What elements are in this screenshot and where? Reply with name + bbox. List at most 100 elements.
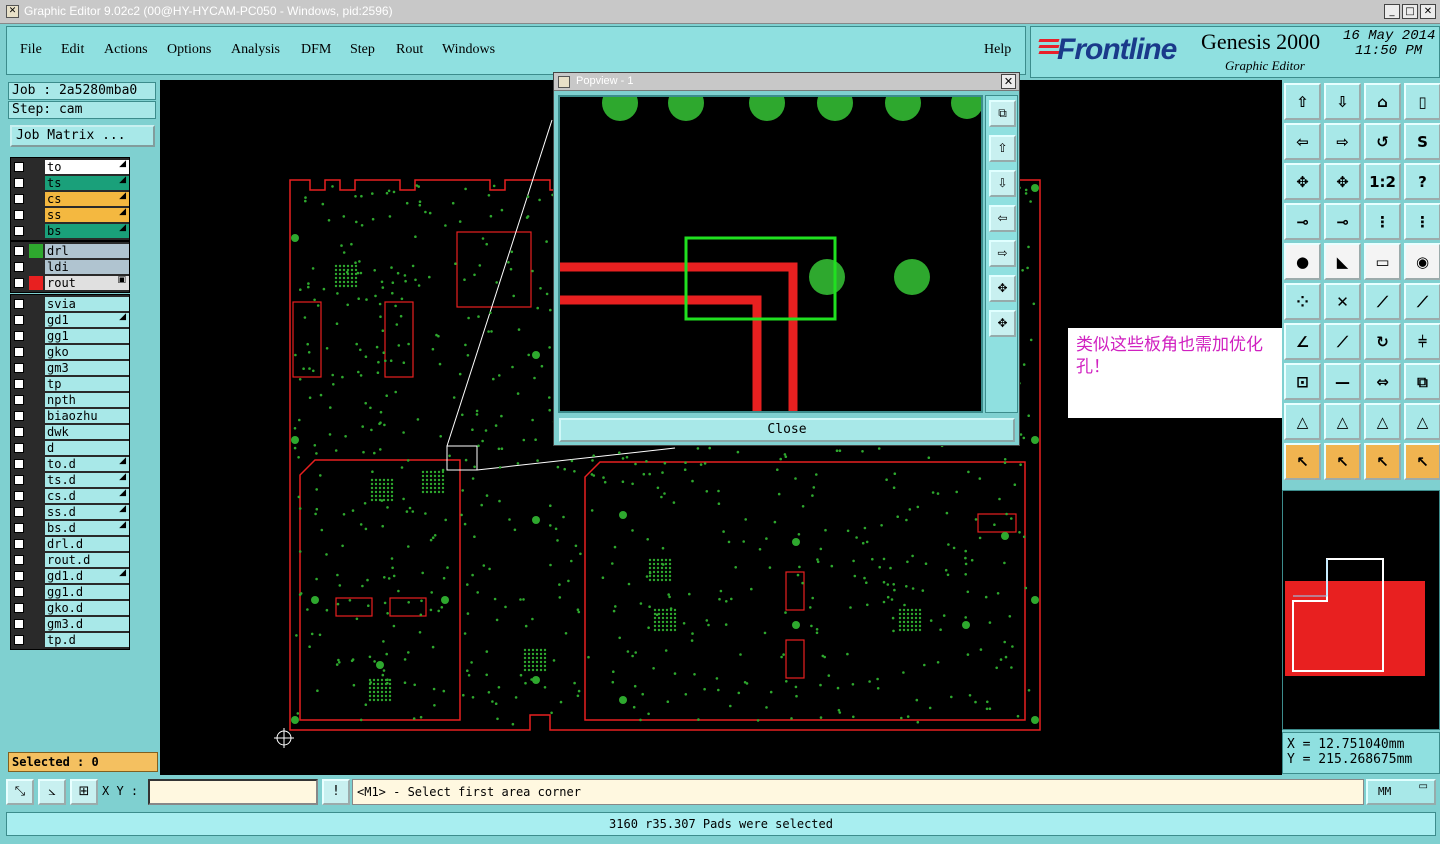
- layer-color-swatch[interactable]: [29, 244, 43, 258]
- layer-checkbox[interactable]: [14, 587, 24, 597]
- app-icon[interactable]: ✕: [6, 5, 19, 18]
- tool-copy-icon[interactable]: ⟋: [1404, 283, 1440, 320]
- popview-pan-up-icon[interactable]: ⇧: [989, 135, 1016, 162]
- tool-select-area-icon[interactable]: ↖: [1364, 443, 1401, 480]
- layer-row-rout[interactable]: rout ▣: [11, 275, 129, 291]
- layer-name[interactable]: npth: [45, 393, 129, 407]
- tool-edit-c-icon[interactable]: △: [1364, 403, 1401, 440]
- tool-layer-a-icon[interactable]: ⋮: [1364, 203, 1401, 240]
- tool-move-icon[interactable]: ⟋: [1364, 283, 1401, 320]
- layer-row-ss[interactable]: ss ◢: [11, 207, 129, 223]
- tool-help-icon[interactable]: ?: [1404, 163, 1440, 200]
- layer-checkbox[interactable]: [14, 363, 24, 373]
- tool-save-icon[interactable]: ⇩: [1324, 83, 1361, 120]
- layer-name[interactable]: rout.d: [45, 553, 129, 567]
- layer-checkbox[interactable]: [14, 379, 24, 389]
- layer-row-gko[interactable]: gko: [11, 344, 129, 360]
- menu-dfm[interactable]: DFM: [301, 42, 331, 58]
- layer-name[interactable]: gm3: [45, 361, 129, 375]
- layer-name[interactable]: drl: [45, 244, 129, 258]
- tool-stretch-icon[interactable]: —: [1324, 363, 1361, 400]
- tool-open-icon[interactable]: ⇧: [1284, 83, 1321, 120]
- maximize-button[interactable]: □: [1402, 4, 1418, 19]
- layer-row-gm3[interactable]: gm3: [11, 360, 129, 376]
- layer-row-biaozhu[interactable]: biaozhu: [11, 408, 129, 424]
- tool-export-icon[interactable]: ⇨: [1324, 123, 1361, 160]
- layer-name[interactable]: svia: [45, 297, 129, 311]
- execute-button[interactable]: !: [322, 779, 350, 805]
- tool-netlist-icon[interactable]: ⊸: [1324, 203, 1361, 240]
- layer-name[interactable]: bs: [45, 224, 129, 238]
- tool-select-icon[interactable]: ↖: [1284, 443, 1321, 480]
- menu-file[interactable]: File: [20, 42, 42, 58]
- layer-checkbox[interactable]: [14, 347, 24, 357]
- layer-name[interactable]: cs: [45, 192, 129, 206]
- tool-edit-b-icon[interactable]: △: [1324, 403, 1361, 440]
- layer-checkbox[interactable]: [14, 443, 24, 453]
- menu-edit[interactable]: Edit: [61, 42, 84, 58]
- layer-name[interactable]: dwk: [45, 425, 129, 439]
- layer-row-gg1-d[interactable]: gg1.d: [11, 584, 129, 600]
- layer-name[interactable]: gg1: [45, 329, 129, 343]
- tool-mirror-icon[interactable]: ⫩: [1404, 323, 1440, 360]
- snap-mode-icon[interactable]: ⤡: [6, 779, 34, 805]
- menu-windows[interactable]: Windows: [442, 42, 495, 58]
- layer-checkbox[interactable]: [14, 427, 24, 437]
- layer-row-tp-d[interactable]: tp.d: [11, 632, 129, 648]
- tool-home-icon[interactable]: ⌂: [1364, 83, 1401, 120]
- layer-checkbox[interactable]: [14, 555, 24, 565]
- mini-map[interactable]: [1282, 490, 1440, 730]
- tool-script-icon[interactable]: S: [1404, 123, 1440, 160]
- layer-name[interactable]: ldi: [45, 260, 129, 274]
- layer-row-gm3-d[interactable]: gm3.d: [11, 616, 129, 632]
- tool-select-net-icon[interactable]: ↖: [1404, 443, 1440, 480]
- tool-line-icon[interactable]: ⟋: [1324, 323, 1361, 360]
- layer-row-to[interactable]: to ◢: [11, 159, 129, 175]
- tool-angle-icon[interactable]: ∠: [1284, 323, 1321, 360]
- layer-row-svia[interactable]: svia: [11, 296, 129, 312]
- layer-row-ldi[interactable]: ldi: [11, 259, 129, 275]
- layer-row-gko-d[interactable]: gko.d: [11, 600, 129, 616]
- layer-checkbox[interactable]: [14, 475, 24, 485]
- layer-row-drl-d[interactable]: drl.d: [11, 536, 129, 552]
- layer-checkbox[interactable]: [14, 331, 24, 341]
- layer-color-swatch[interactable]: [29, 276, 43, 290]
- popview-pan-left-icon[interactable]: ⇦: [989, 205, 1016, 232]
- layer-checkbox[interactable]: [14, 571, 24, 581]
- tool-dot-icon[interactable]: ◉: [1404, 243, 1440, 280]
- popview-zoom-fit-icon[interactable]: ⧉: [989, 100, 1016, 127]
- tool-undo-icon[interactable]: ↺: [1364, 123, 1401, 160]
- tool-resize-icon[interactable]: ⇔: [1364, 363, 1401, 400]
- layer-row-npth[interactable]: npth: [11, 392, 129, 408]
- tool-pad-icon[interactable]: ●: [1284, 243, 1321, 280]
- tool-scale-icon[interactable]: 1:2: [1364, 163, 1401, 200]
- tool-layer-b-icon[interactable]: ⋮: [1404, 203, 1440, 240]
- layer-row-drl[interactable]: drl: [11, 243, 129, 259]
- layer-row-d[interactable]: d: [11, 440, 129, 456]
- layer-checkbox[interactable]: [14, 539, 24, 549]
- tool-import-icon[interactable]: ⇦: [1284, 123, 1321, 160]
- layer-checkbox[interactable]: [14, 246, 24, 256]
- layer-name[interactable]: to.d: [45, 457, 129, 471]
- layer-name[interactable]: rout: [45, 276, 129, 290]
- layer-row-bs-d[interactable]: bs.d ◢: [11, 520, 129, 536]
- units-select[interactable]: MM ▭: [1366, 779, 1436, 805]
- layer-checkbox[interactable]: [14, 162, 24, 172]
- menu-rout[interactable]: Rout: [396, 42, 423, 58]
- layer-checkbox[interactable]: [14, 262, 24, 272]
- tool-panel-icon[interactable]: ▯: [1404, 83, 1440, 120]
- layer-name[interactable]: gg1.d: [45, 585, 129, 599]
- layer-name[interactable]: gm3.d: [45, 617, 129, 631]
- layer-checkbox[interactable]: [14, 395, 24, 405]
- layer-checkbox[interactable]: [14, 226, 24, 236]
- popview-zoom-out-icon[interactable]: ✥: [989, 275, 1016, 302]
- layer-row-bs[interactable]: bs ◢: [11, 223, 129, 239]
- layer-row-rout-d[interactable]: rout.d: [11, 552, 129, 568]
- layer-checkbox[interactable]: [14, 491, 24, 501]
- layer-name[interactable]: ts: [45, 176, 129, 190]
- layer-row-dwk[interactable]: dwk: [11, 424, 129, 440]
- popview-pan-down-icon[interactable]: ⇩: [989, 170, 1016, 197]
- minimize-button[interactable]: _: [1384, 4, 1400, 19]
- popview-close-x-button[interactable]: ✕: [1001, 74, 1016, 89]
- layer-row-ss-d[interactable]: ss.d ◢: [11, 504, 129, 520]
